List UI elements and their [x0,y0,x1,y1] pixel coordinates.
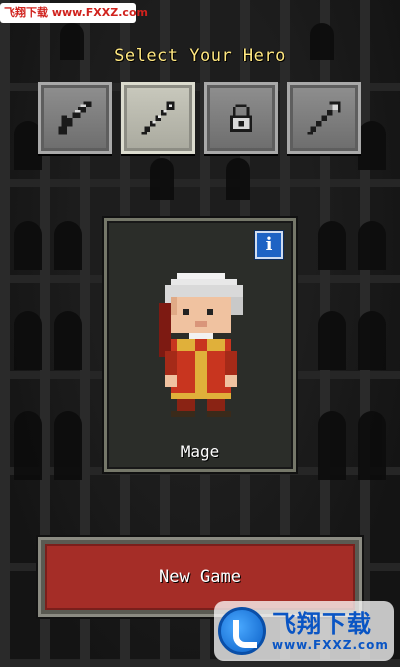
watermark-logo-title: 飞翔下载 [272,610,372,638]
class-button-mage[interactable] [121,82,195,154]
class-button-warrior[interactable] [38,82,112,154]
staff-icon [141,101,175,135]
hero-name: Mage [180,442,220,461]
watermark-banner: 飞翔下载 www.FXXZ.com [0,3,148,23]
game-screen: 飞翔下载 www.FXXZ.com Select Your Hero i Mag… [0,0,400,667]
info-button[interactable]: i [255,231,283,259]
lock-icon [230,104,252,132]
hero-panel: i Mage [104,218,296,472]
info-icon: i [265,234,273,255]
watermark-logo-url: www.FXXZ.com [272,638,389,652]
class-button-huntress[interactable] [287,82,361,154]
mage-sprite [159,273,243,417]
class-button-rogue[interactable] [204,82,278,154]
spear-icon [307,101,341,135]
watermark-logo: 飞翔下载 www.FXXZ.com [214,601,394,661]
page-title: Select Your Hero [114,46,286,66]
new-game-label: New Game [159,567,241,587]
fxxz-logo-icon [218,607,266,655]
sword-icon [58,101,92,135]
